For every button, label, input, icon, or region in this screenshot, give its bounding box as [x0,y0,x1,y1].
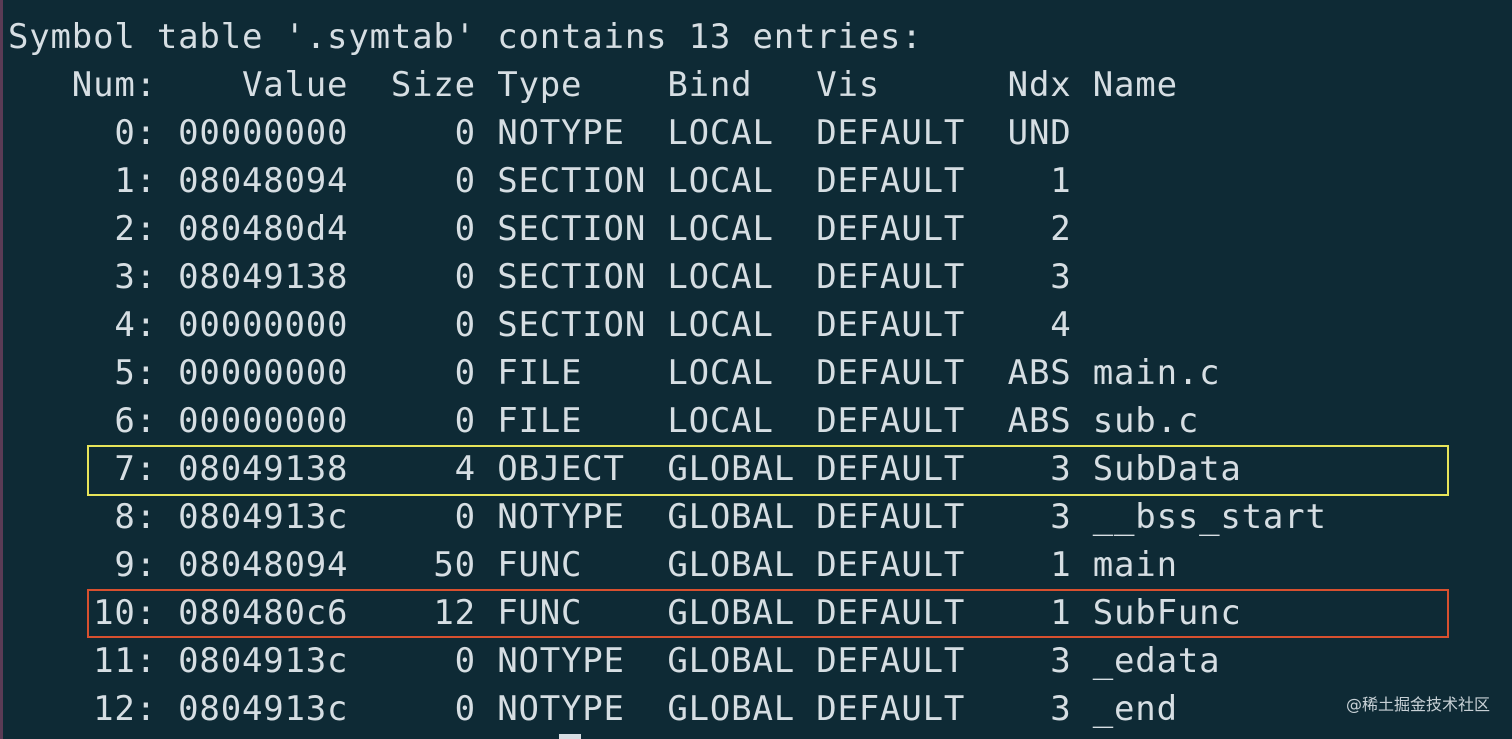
terminal-output[interactable]: Symbol table '.symtab' contains 13 entri… [0,0,1512,739]
symbol-row-11: 11: 0804913c 0 NOTYPE GLOBAL DEFAULT 3 _… [8,641,1221,681]
symbol-row-9: 9: 08048094 50 FUNC GLOBAL DEFAULT 1 mai… [8,545,1178,585]
symbol-row-3: 3: 08049138 0 SECTION LOCAL DEFAULT 3 [8,257,1072,297]
subfunc-highlight-box [87,589,1449,638]
symbol-row-8: 8: 0804913c 0 NOTYPE GLOBAL DEFAULT 3 __… [8,497,1327,537]
column-header-row: Num: Value Size Type Bind Vis Ndx Name [8,65,1178,105]
symbol-row-12: 12: 0804913c 0 NOTYPE GLOBAL DEFAULT 3 _… [8,689,1178,729]
subdata-highlight-box [87,445,1449,496]
symbol-row-5: 5: 00000000 0 FILE LOCAL DEFAULT ABS mai… [8,353,1221,393]
symbol-row-1: 1: 08048094 0 SECTION LOCAL DEFAULT 1 [8,161,1072,201]
symbol-row-6: 6: 00000000 0 FILE LOCAL DEFAULT ABS sub… [8,401,1200,441]
terminal-cursor [559,734,581,739]
juejin-watermark: @稀土掘金技术社区 [1345,695,1490,714]
symbol-row-4: 4: 00000000 0 SECTION LOCAL DEFAULT 4 [8,305,1072,345]
symbol-row-0: 0: 00000000 0 NOTYPE LOCAL DEFAULT UND [8,113,1072,153]
symbol-table-header: Symbol table '.symtab' contains 13 entri… [8,17,923,57]
symbol-row-2: 2: 080480d4 0 SECTION LOCAL DEFAULT 2 [8,209,1072,249]
